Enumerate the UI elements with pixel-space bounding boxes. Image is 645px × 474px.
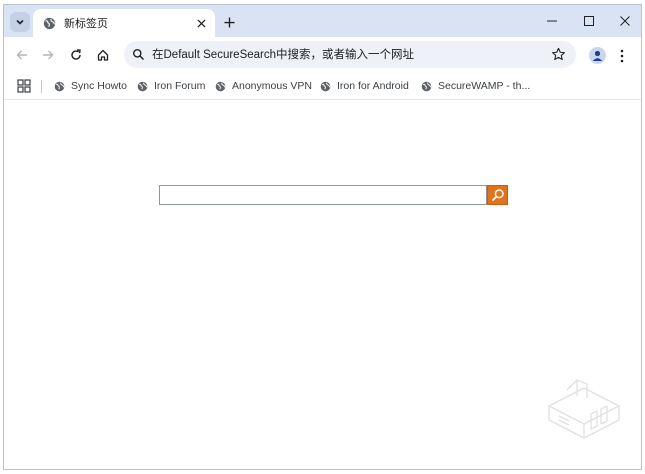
- more-vertical-icon: [620, 49, 624, 62]
- menu-button[interactable]: [617, 47, 627, 64]
- close-tab-icon[interactable]: [193, 15, 209, 31]
- active-tab[interactable]: 新标签页: [33, 9, 215, 37]
- toolbar: [4, 37, 641, 73]
- home-button[interactable]: [93, 45, 113, 65]
- search-icon: [133, 49, 145, 61]
- globe-icon: [421, 81, 432, 92]
- reload-icon: [71, 49, 81, 60]
- bookmark-label: Anonymous VPN: [232, 80, 312, 92]
- plus-icon: [223, 16, 235, 28]
- address-bar[interactable]: [124, 41, 576, 68]
- new-tab-page: [4, 100, 641, 469]
- arrow-right-icon: [43, 50, 54, 60]
- page-search-button[interactable]: [487, 185, 508, 205]
- chevron-down-icon: [16, 19, 24, 25]
- globe-icon: [215, 81, 226, 92]
- page-search-input[interactable]: [160, 187, 486, 205]
- search-icon: [491, 189, 504, 202]
- page-search-box[interactable]: [159, 185, 487, 205]
- bookmark-label: Iron for Android: [337, 80, 409, 92]
- bookmark-star-icon[interactable]: [551, 47, 566, 62]
- watermark-logo-icon: [548, 379, 620, 439]
- browser-window: 新标签页 在Default SecureSearch中搜索，或者输入一个网址 S…: [3, 4, 642, 470]
- close-window-button[interactable]: [613, 11, 637, 31]
- bookmarks-separator: [41, 80, 42, 93]
- bookmark-securewamp[interactable]: SecureWAMP - th...: [421, 77, 530, 95]
- tab-title: 新标签页: [64, 18, 108, 30]
- tab-search-button[interactable]: [10, 12, 30, 32]
- minimize-icon: [547, 20, 557, 22]
- bookmark-sync-howto[interactable]: Sync Howto: [54, 77, 127, 95]
- bookmark-anonymous-vpn[interactable]: Anonymous VPN: [215, 77, 312, 95]
- new-tab-button[interactable]: [220, 13, 238, 31]
- maximize-icon: [584, 16, 594, 26]
- close-icon: [620, 16, 630, 26]
- bookmark-label: Sync Howto: [71, 80, 128, 92]
- home-icon: [97, 49, 109, 61]
- globe-icon: [320, 81, 331, 92]
- address-input[interactable]: [152, 45, 532, 64]
- reload-button[interactable]: [66, 45, 86, 65]
- bookmark-label: Iron Forum: [154, 80, 206, 92]
- arrow-left-icon: [16, 50, 27, 60]
- bookmark-iron-for-android[interactable]: Iron for Android: [320, 77, 409, 95]
- globe-icon: [137, 81, 148, 92]
- apps-grid-icon[interactable]: [17, 79, 31, 93]
- globe-icon: [43, 17, 56, 30]
- profile-avatar-button[interactable]: [589, 47, 606, 64]
- forward-button[interactable]: [38, 45, 58, 65]
- minimize-button[interactable]: [540, 11, 564, 31]
- person-icon: [592, 50, 603, 61]
- back-button[interactable]: [12, 45, 32, 65]
- bookmark-label: SecureWAMP - th...: [438, 80, 531, 92]
- globe-icon: [54, 81, 65, 92]
- maximize-button[interactable]: [577, 11, 601, 31]
- bookmarks-bar: Sync Howto Iron Forum Anonymous VPN Iron…: [4, 73, 641, 100]
- title-bar: 新标签页: [4, 5, 641, 37]
- bookmark-iron-forum[interactable]: Iron Forum: [137, 77, 205, 95]
